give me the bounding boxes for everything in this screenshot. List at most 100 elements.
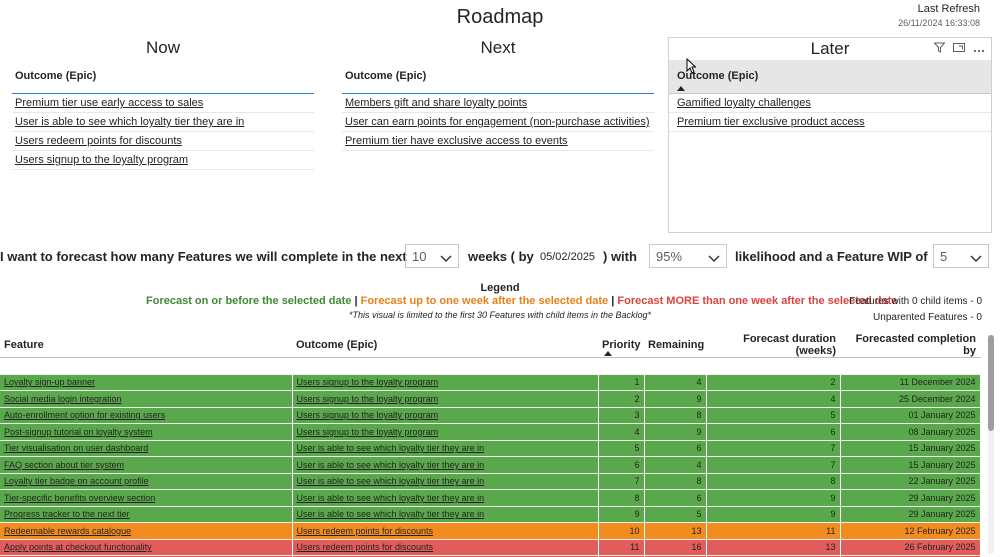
table-row[interactable]: Social media login integration Users sign…: [0, 390, 981, 408]
duration-cell: 5: [706, 407, 841, 424]
column-header-priority[interactable]: Priority: [598, 333, 644, 358]
feature-cell[interactable]: Post-signup tutorial on loyalty system: [0, 423, 293, 441]
legend-title: Legend: [480, 282, 520, 294]
legend-line: Forecast on or before the selected date …: [146, 295, 897, 307]
column-header-outcome[interactable]: Outcome (Epic): [342, 60, 654, 94]
outcome-list: Premium tier use early access to sales U…: [12, 94, 314, 170]
table-row[interactable]: Loyalty sign-up banner Users signup to th…: [0, 374, 981, 391]
duration-cell: 9: [706, 506, 841, 523]
page-title: Roadmap: [456, 6, 544, 28]
feature-cell[interactable]: Progress tracker to the next tier: [0, 506, 293, 523]
table-row[interactable]: Auto-enrollment option for existing user…: [0, 407, 981, 424]
feature-cell[interactable]: Loyalty tier badge on account profile: [0, 473, 293, 490]
table-row[interactable]: Loyalty tier badge on account profile Use…: [0, 473, 981, 490]
panel-next: Next Outcome (Epic) Members gift and sha…: [342, 38, 654, 234]
feature-cell[interactable]: Auto-enrollment option for existing user…: [0, 407, 293, 424]
column-header-feature[interactable]: Feature: [0, 333, 292, 358]
list-item[interactable]: User is able to see which loyalty tier t…: [12, 113, 314, 132]
table-scrollbar[interactable]: [988, 335, 994, 553]
column-header-remaining[interactable]: Remaining: [644, 333, 706, 358]
weeks-dropdown[interactable]: 10: [405, 244, 459, 268]
panel-later: Later Outcome (Epic) Gamified loyalty ch…: [668, 37, 992, 233]
column-header-outcome[interactable]: Outcome (Epic): [669, 60, 991, 94]
table-row[interactable]: Redeemable rewards catalogue Users redeem…: [0, 522, 981, 540]
table-row[interactable]: Tier visualisation on user dashboard User…: [0, 440, 981, 457]
epic-cell[interactable]: Users signup to the loyalty program: [292, 423, 599, 441]
outcome-list: Gamified loyalty challenges Premium tier…: [669, 94, 991, 132]
feature-cell[interactable]: Tier visualisation on user dashboard: [0, 440, 293, 457]
epic-cell[interactable]: User is able to see which loyalty tier t…: [292, 440, 599, 457]
legend-green: Forecast on or before the selected date: [146, 295, 352, 307]
list-item[interactable]: Gamified loyalty challenges: [669, 94, 991, 113]
duration-cell: 4: [706, 390, 841, 408]
epic-cell[interactable]: Users signup to the loyalty program: [292, 374, 599, 391]
remaining-cell: 8: [644, 407, 707, 424]
completion-cell: 15 January 2025: [840, 456, 981, 474]
chevron-down-icon: [970, 251, 982, 266]
wip-dropdown[interactable]: 5: [933, 244, 989, 268]
focus-mode-icon[interactable]: [953, 40, 965, 58]
outcome-list: Members gift and share loyalty points Us…: [342, 94, 654, 151]
remaining-cell: 8: [644, 473, 707, 490]
outcome-link[interactable]: Premium tier have exclusive access to ev…: [345, 135, 568, 147]
legend-orange: Forecast up to one week after the select…: [360, 295, 609, 307]
feature-cell[interactable]: Tier-specific benefits overview section: [0, 489, 293, 507]
list-item[interactable]: User can earn points for engagement (non…: [342, 113, 654, 132]
scrollbar-thumb[interactable]: [988, 335, 994, 431]
list-item[interactable]: Premium tier have exclusive access to ev…: [342, 132, 654, 151]
feature-cell[interactable]: Social media login integration: [0, 390, 293, 408]
epic-cell[interactable]: Users redeem points for discounts: [292, 522, 599, 540]
outcome-link[interactable]: Members gift and share loyalty points: [345, 97, 527, 109]
list-item[interactable]: Users redeem points for discounts: [12, 132, 314, 151]
outcome-link[interactable]: Premium tier exclusive product access: [677, 116, 865, 128]
list-item[interactable]: Premium tier use early access to sales: [12, 94, 314, 113]
column-header-outcome[interactable]: Outcome (Epic): [292, 333, 598, 358]
completion-cell: 29 January 2025: [840, 489, 981, 507]
epic-cell[interactable]: Users signup to the loyalty program: [292, 390, 599, 408]
feature-cell[interactable]: FAQ section about tier system: [0, 456, 293, 474]
duration-cell: 9: [706, 489, 841, 507]
outcome-link[interactable]: User is able to see which loyalty tier t…: [15, 116, 244, 128]
epic-cell[interactable]: Users redeem points for discounts: [292, 539, 599, 556]
outcome-link[interactable]: Gamified loyalty challenges: [677, 97, 811, 109]
outcome-link[interactable]: User can earn points for engagement (non…: [345, 116, 650, 128]
priority-cell: 5: [598, 440, 645, 457]
wip-value: 5: [940, 248, 948, 264]
outcome-link[interactable]: Users signup to the loyalty program: [15, 154, 188, 166]
priority-cell: 8: [598, 489, 645, 507]
column-header-outcome[interactable]: Outcome (Epic): [12, 60, 314, 94]
table-row[interactable]: FAQ section about tier system User is abl…: [0, 456, 981, 474]
forecast-text-4: likelihood and a Feature WIP of: [735, 249, 928, 264]
list-item[interactable]: Users signup to the loyalty program: [12, 151, 314, 170]
epic-cell[interactable]: User is able to see which loyalty tier t…: [292, 473, 599, 490]
list-item[interactable]: Premium tier exclusive product access: [669, 113, 991, 132]
epic-cell[interactable]: Users signup to the loyalty program: [292, 407, 599, 424]
forecast-text-1: I want to forecast how many Features we …: [0, 249, 407, 264]
column-header-completion[interactable]: Forecasted completion by: [840, 333, 980, 358]
outcome-link[interactable]: Premium tier use early access to sales: [15, 97, 203, 109]
duration-cell: 2: [706, 374, 841, 391]
remaining-cell: 6: [644, 440, 707, 457]
unparented-count: Unparented Features - 0: [873, 312, 982, 323]
table-row[interactable]: Tier-specific benefits overview section U…: [0, 489, 981, 507]
epic-cell[interactable]: User is able to see which loyalty tier t…: [292, 506, 599, 523]
zero-child-count: Features with 0 child items - 0: [849, 296, 982, 307]
list-item[interactable]: Members gift and share loyalty points: [342, 94, 654, 113]
feature-cell[interactable]: Redeemable rewards catalogue: [0, 522, 293, 540]
epic-cell[interactable]: User is able to see which loyalty tier t…: [292, 456, 599, 474]
table-row[interactable]: Progress tracker to the next tier User is…: [0, 506, 981, 523]
priority-cell: 11: [598, 539, 645, 556]
table-row[interactable]: Apply points at checkout functionality Us…: [0, 539, 981, 556]
filter-icon[interactable]: [933, 40, 946, 58]
column-header-duration[interactable]: Forecast duration (weeks): [706, 333, 840, 358]
feature-cell[interactable]: Loyalty sign-up banner: [0, 374, 293, 391]
more-options-icon[interactable]: [973, 40, 985, 58]
epic-cell[interactable]: User is able to see which loyalty tier t…: [292, 489, 599, 507]
outcome-link[interactable]: Users redeem points for discounts: [15, 135, 182, 147]
remaining-cell: 16: [644, 539, 707, 556]
likelihood-dropdown[interactable]: 95%: [649, 244, 727, 268]
feature-cell[interactable]: Apply points at checkout functionality: [0, 539, 293, 556]
table-row[interactable]: Post-signup tutorial on loyalty system Us…: [0, 423, 981, 441]
forecast-text-2: weeks ( by: [468, 249, 534, 264]
completion-cell: 11 December 2024: [840, 374, 981, 391]
